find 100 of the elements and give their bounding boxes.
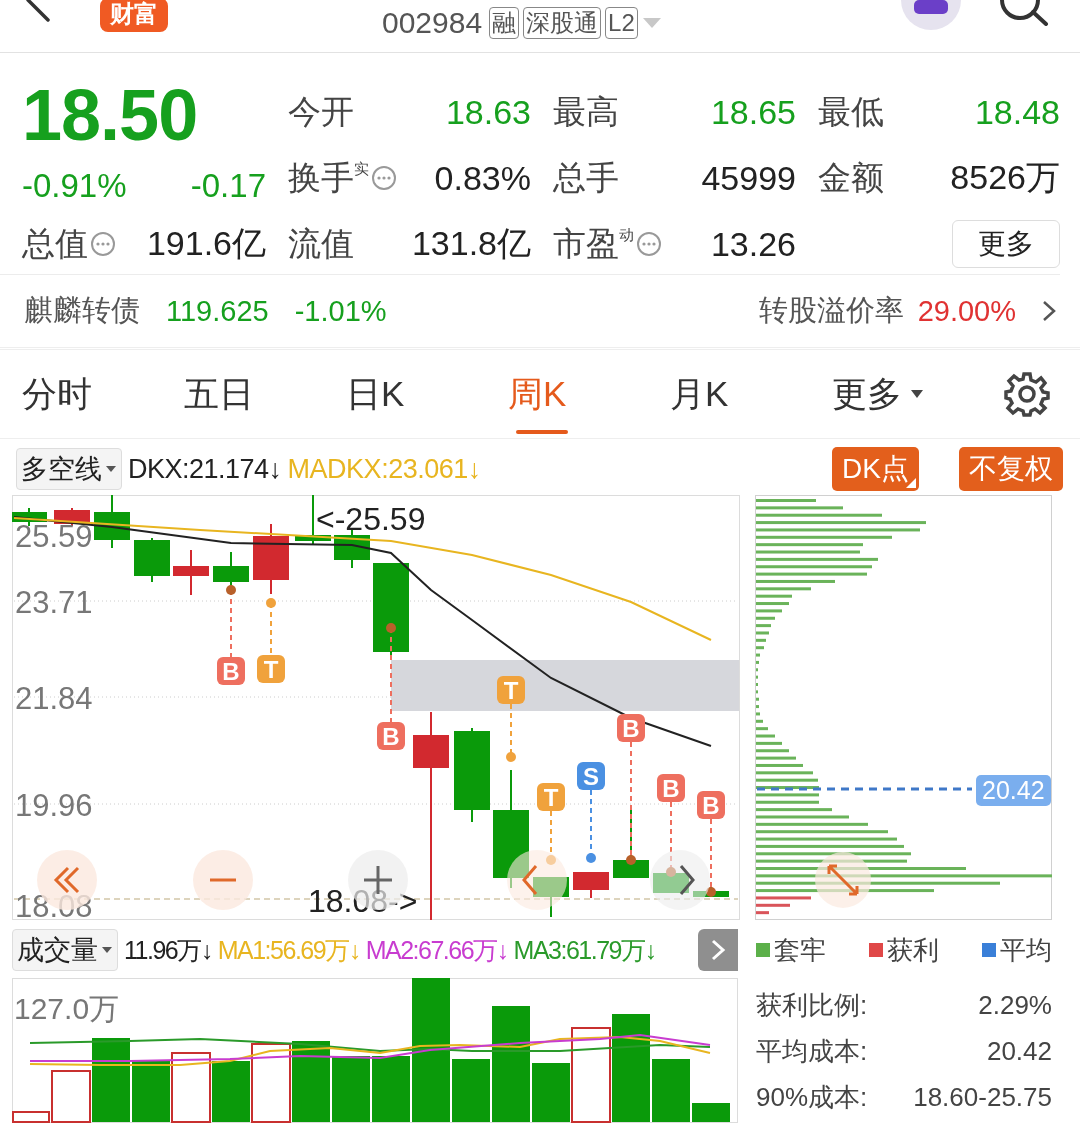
more-button[interactable]: 更多 xyxy=(952,220,1060,268)
premium-value: 29.00% xyxy=(917,294,1016,328)
expand-button[interactable] xyxy=(815,852,871,908)
zoom-out-button[interactable] xyxy=(193,850,253,910)
period-tab[interactable]: 更多 xyxy=(832,358,994,430)
volume-bar xyxy=(332,1056,370,1122)
signal-dot xyxy=(226,585,236,595)
expand-panel-button[interactable] xyxy=(698,929,738,971)
scroll-right-button[interactable] xyxy=(650,850,710,910)
signal-dot xyxy=(546,855,556,865)
candlestick xyxy=(94,495,130,549)
candlestick xyxy=(134,537,170,583)
signal-badge[interactable]: B xyxy=(377,722,405,750)
volume-bar xyxy=(212,1061,250,1122)
last-price: 18.50 xyxy=(22,79,199,151)
signal-dot xyxy=(706,887,716,897)
signal-dot xyxy=(386,623,396,633)
stat-value: 191.6亿 xyxy=(146,223,266,264)
signal-badge[interactable]: B xyxy=(697,791,725,819)
signal-dot xyxy=(586,853,596,863)
signal-dot xyxy=(266,598,276,608)
stock-tag: 融 xyxy=(489,7,520,39)
chip-stat-value: 2.29% xyxy=(978,989,1052,1021)
indicator-reading: 11.96万↓ xyxy=(124,934,212,966)
high-price-note: <-25.59 xyxy=(316,501,426,537)
period-tab[interactable]: 五日 xyxy=(184,358,346,430)
signal-badge[interactable]: B xyxy=(617,714,645,742)
signal-dot xyxy=(666,867,676,877)
candlestick xyxy=(613,807,649,879)
bond-price: 119.625 xyxy=(166,294,269,328)
info-icon[interactable] xyxy=(371,165,397,191)
candlestick xyxy=(573,871,609,899)
stat-label: 换手 xyxy=(288,157,354,198)
indicator-reading: MA2:67.66万↓ xyxy=(365,934,508,966)
axis-label: 127.0万 xyxy=(14,992,120,1025)
info-icon[interactable] xyxy=(90,231,116,257)
stock-tag: L2 xyxy=(605,7,638,39)
signal-badge[interactable]: T xyxy=(497,676,525,704)
corner-icon xyxy=(906,478,916,488)
candlestick xyxy=(173,549,209,596)
period-tab[interactable]: 分时 xyxy=(22,358,184,430)
axis-label: 21.84 xyxy=(15,681,93,716)
period-tab[interactable]: 日K xyxy=(346,358,508,430)
signal-badge[interactable]: B xyxy=(217,657,245,685)
stat-label: 市盈 xyxy=(553,223,619,264)
bond-change: -1.01% xyxy=(294,294,387,328)
chip-stat-label: 90%成本: xyxy=(756,1080,868,1114)
signal-badge[interactable]: T xyxy=(537,783,565,811)
axis-label: 18.08 xyxy=(15,889,93,920)
stat-value: 18.48 xyxy=(974,92,1060,132)
stat-value: 8526万 xyxy=(950,157,1060,198)
volume-bar xyxy=(372,1056,410,1122)
average-cost-tag: 20.42 xyxy=(976,775,1051,806)
chevron-right-icon xyxy=(710,938,726,962)
stat-value: 0.83% xyxy=(434,158,531,198)
axis-label: 19.96 xyxy=(15,788,93,823)
signal-dot xyxy=(626,855,636,865)
stat-value: 18.63 xyxy=(445,92,531,132)
chip-stat-label: 获利比例: xyxy=(756,988,868,1022)
legend-label: 平均 xyxy=(1000,933,1052,967)
candlestick xyxy=(12,507,47,527)
stat-value: 13.26 xyxy=(710,224,796,264)
chip-stat-label: 平均成本: xyxy=(756,1034,868,1068)
stat-label: 金额 xyxy=(818,157,884,198)
stat-label: 今开 xyxy=(288,91,354,132)
candlestick xyxy=(334,529,370,569)
scroll-left-button[interactable] xyxy=(507,850,567,910)
signal-dot xyxy=(506,752,516,762)
stat-value: 45999 xyxy=(701,158,796,198)
stat-value: 131.8亿 xyxy=(411,223,531,264)
signal-badge[interactable]: S xyxy=(577,762,605,790)
chart-option-button[interactable]: DK点 xyxy=(832,447,919,491)
stat-label: 总手 xyxy=(553,157,619,198)
stat-note: 动 xyxy=(619,225,634,243)
candlestick xyxy=(253,523,289,595)
signal-badge[interactable]: T xyxy=(257,655,285,683)
stock-tag: 深股通 xyxy=(523,7,602,39)
indicator-select[interactable]: 多空线 xyxy=(16,448,122,490)
signal-badge[interactable]: B xyxy=(657,774,685,802)
premium-label: 转股溢价率 xyxy=(758,293,904,328)
info-icon[interactable] xyxy=(636,231,662,257)
volume-bar xyxy=(452,1059,490,1122)
legend-label: 获利 xyxy=(887,933,939,967)
period-tab[interactable]: 月K xyxy=(670,358,832,430)
indicator-select[interactable]: 成交量 xyxy=(12,929,118,971)
axis-label: 25.59 xyxy=(15,519,93,554)
stat-value: 18.65 xyxy=(710,92,796,132)
volume-bar xyxy=(171,1052,211,1123)
chip-stat-value: 20.42 xyxy=(986,1035,1052,1067)
volume-bar xyxy=(652,1059,690,1122)
indicator-reading: DKX:21.174↓ xyxy=(128,453,282,485)
stat-label: 最低 xyxy=(818,91,884,132)
caret-icon xyxy=(105,465,117,473)
stat-label: 流值 xyxy=(288,223,354,264)
settings-icon[interactable] xyxy=(1004,371,1050,417)
chevron-right-icon[interactable] xyxy=(1042,300,1056,322)
stock-code: 002984 xyxy=(382,6,483,40)
chart-option-button[interactable]: 不复权 xyxy=(959,447,1063,491)
axis-label: 23.71 xyxy=(15,585,93,620)
caret-icon xyxy=(910,389,924,399)
